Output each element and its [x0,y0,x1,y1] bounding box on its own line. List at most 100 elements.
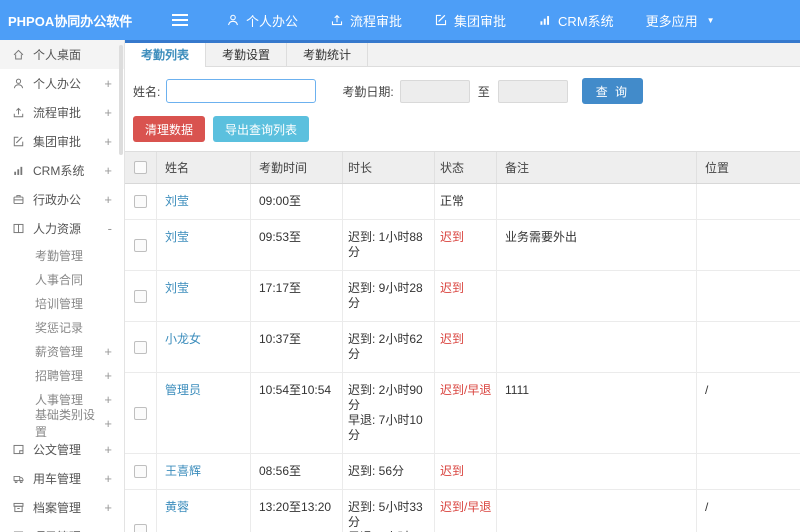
location-cell [697,184,800,219]
employee-name-link[interactable]: 黄蓉 [165,500,189,514]
sidebar-item-workflow-approval[interactable]: 流程审批 + [0,98,124,127]
expand-indicator: + [104,391,112,407]
attendance-time: 09:00至 [251,184,343,219]
nav-label: 集团审批 [454,13,507,29]
location-cell [697,454,800,489]
date-to-label: 至 [477,84,490,99]
sidebar-item-archive-management[interactable]: 档案管理 + [0,493,124,522]
archive-icon [12,501,25,514]
location-cell: / [705,383,709,397]
search-button[interactable]: 查 询 [581,78,644,104]
nav-more-apps[interactable]: 更多应用 ▼ [630,0,731,40]
header-duration: 时长 [343,152,435,183]
status-label: 迟到 [435,454,497,489]
date-to-input[interactable] [497,79,568,103]
expand-indicator: + [104,415,112,431]
row-checkbox[interactable] [134,289,147,303]
sidebar-subitem-recruitment-management[interactable]: 招聘管理 + [0,363,124,387]
table-row: 王喜辉 08:56至 迟到: 56分 迟到 [125,454,800,490]
menu-toggle-icon[interactable] [172,14,188,26]
topbar: PHPOA协同办公软件 个人办公 流程审批 集团审批 CRM系统 更多应用 ▼ [0,0,800,40]
row-checkbox[interactable] [134,238,147,252]
header-time: 考勤时间 [251,152,343,183]
nav-group-approval[interactable]: 集团审批 [418,0,522,40]
sidebar-subitem-reward-punishment[interactable]: 奖惩记录 [0,315,124,339]
sidebar-item-personal-desktop[interactable]: 个人桌面 [0,40,124,69]
note-cell [497,184,697,219]
attendance-table: 姓名 考勤时间 时长 状态 备注 位置 刘莹 09:00至 正常 刘莹 09:5… [125,151,800,532]
nav-personal-office[interactable]: 个人办公 [210,0,314,40]
workflow-icon [330,13,344,27]
sidebar-subitem-base-category-settings[interactable]: 基础类别设置 + [0,408,124,439]
row-checkbox[interactable] [134,406,147,420]
sidebar-subitem-salary-management[interactable]: 薪资管理 + [0,339,124,363]
row-checkbox[interactable] [134,465,147,478]
header-location: 位置 [705,161,730,175]
row-checkbox[interactable] [134,523,147,532]
attendance-time: 10:54至10:54 [251,373,343,453]
expand-indicator: + [104,163,112,178]
sidebar-scrollbar[interactable] [119,45,123,155]
sidebar-item-admin-office[interactable]: 行政办公 + [0,185,124,214]
bar-chart-icon [12,164,25,177]
name-filter-input[interactable] [166,79,317,103]
sidebar-item-crm-system[interactable]: CRM系统 + [0,156,124,185]
tab-bar: 考勤列表 考勤设置 考勤统计 [125,40,800,67]
duration-late: 迟到: 2小时62分 [348,332,423,361]
nav-crm-system[interactable]: CRM系统 [522,0,630,40]
attendance-time: 13:20至13:20 [251,490,343,532]
attendance-time: 17:17至 [251,271,343,321]
sidebar-subitem-attendance-management[interactable]: 考勤管理 [0,243,124,267]
table-row: 管理员 10:54至10:54 迟到: 2小时90分 早退: 7小时10分 迟到/… [125,373,800,454]
app-logo[interactable]: PHPOA协同办公软件 [0,11,132,30]
table-row: 刘莹 09:53至 迟到: 1小时88分 迟到 业务需要外出 [125,220,800,271]
row-checkbox[interactable] [134,195,147,208]
caret-down-icon: ▼ [706,15,715,25]
expand-indicator: + [104,343,112,359]
sidebar-item-group-approval[interactable]: 集团审批 + [0,127,124,156]
employee-name-link[interactable]: 管理员 [165,383,201,397]
table-row: 黄蓉 13:20至13:20 迟到: 5小时33分早退: 4小时67分 迟到/早… [125,490,800,532]
sidebar-item-human-resources[interactable]: 人力资源 - [0,214,124,243]
sidebar-item-vehicle-management[interactable]: 用车管理 + [0,464,124,493]
expand-indicator: + [104,367,112,383]
sidebar: 个人桌面 个人办公 + 流程审批 + 集团审批 + CRM系统 + 行政办公 + [0,40,125,532]
sidebar-subitem-label: 培训管理 [35,296,84,311]
sidebar-item-project-management[interactable]: 项目管理 + [0,522,124,532]
employee-name-link[interactable]: 王喜辉 [165,464,201,478]
select-all-checkbox[interactable] [134,161,147,174]
employee-name-link[interactable]: 刘莹 [165,230,189,244]
employee-name-link[interactable]: 小龙女 [165,332,201,346]
name-filter-label: 姓名: [133,84,161,99]
expand-indicator: + [104,134,112,149]
employee-name-link[interactable]: 刘莹 [165,281,189,295]
user-icon [226,13,240,27]
tab-attendance-statistics[interactable]: 考勤统计 [287,43,369,66]
sidebar-subitem-label: 招聘管理 [35,368,84,383]
sidebar-item-label: CRM系统 [33,164,85,178]
employee-name-link[interactable]: 刘莹 [165,194,189,208]
tab-attendance-list[interactable]: 考勤列表 [125,43,207,67]
location-cell [697,271,800,321]
export-list-button[interactable]: 导出查询列表 [213,116,310,142]
sidebar-subitem-label: 基础类别设置 [35,408,96,439]
clean-data-button[interactable]: 清理数据 [133,116,206,142]
header-note: 备注 [497,152,697,183]
date-from-input[interactable] [399,79,470,103]
sidebar-item-label: 公文管理 [33,443,82,457]
sidebar-item-label: 行政办公 [33,193,82,207]
status-label: 迟到/早退 [435,490,497,532]
sidebar-subitem-label: 人事合同 [35,272,84,287]
nav-workflow-approval[interactable]: 流程审批 [314,0,418,40]
duration-late: 迟到: 5小时33分 [348,500,423,529]
sidebar-subitem-training-management[interactable]: 培训管理 [0,291,124,315]
sidebar-subitem-hr-contract[interactable]: 人事合同 [0,267,124,291]
sidebar-item-personal-office[interactable]: 个人办公 + [0,69,124,98]
sidebar-item-label: 集团审批 [33,135,82,149]
attendance-time: 10:37至 [251,322,343,372]
document-icon [12,443,25,456]
header-name: 姓名 [157,152,251,183]
tab-attendance-settings[interactable]: 考勤设置 [206,43,288,66]
edit-icon [434,13,448,27]
row-checkbox[interactable] [134,340,147,354]
